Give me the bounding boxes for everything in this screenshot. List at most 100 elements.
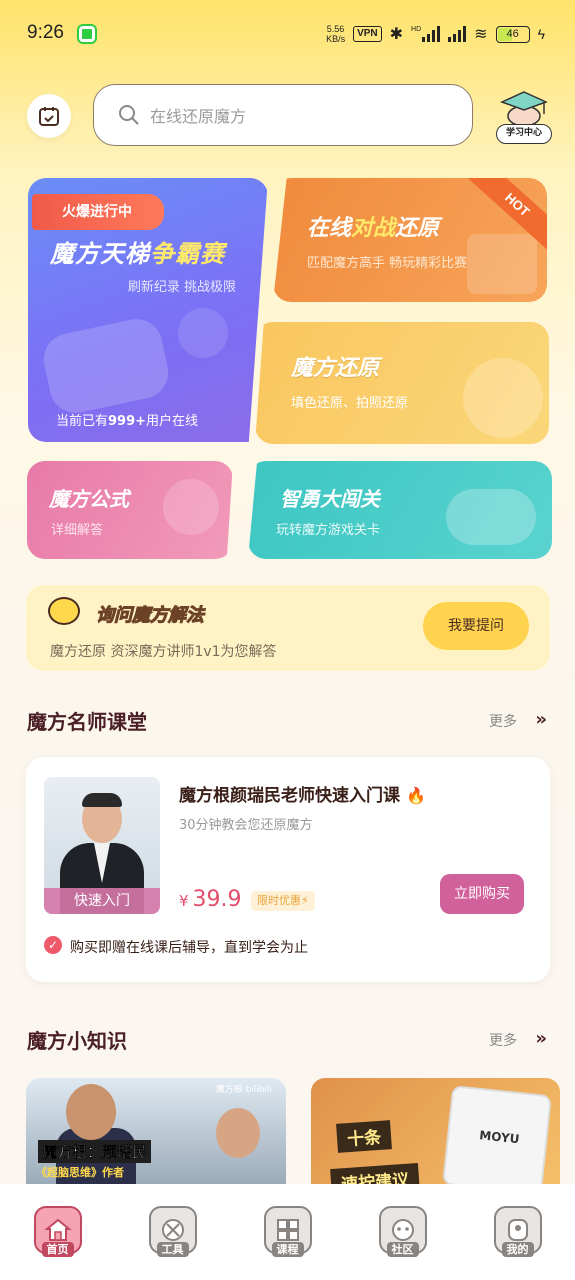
bluetooth-icon: ✱ [389,26,404,43]
video-speaker-sub: 《超脑思维》作者 [36,1166,124,1179]
vpn-icon: VPN [353,26,382,42]
nav-tools[interactable]: 工具 [115,1184,230,1280]
course-card[interactable]: 快速入门 魔方根颜瑞民老师快速入门课 🔥 30分钟教会您还原魔方 ¥39.9 限时… [26,757,550,982]
course-subtitle: 30分钟教会您还原魔方 [179,818,313,833]
battery-icon: 46 [495,25,530,43]
battle-title-prefix: 在线 [307,216,352,241]
buy-now-button[interactable]: 立即购买 [440,874,524,914]
hot-event-badge: 火爆进行中 [32,194,164,230]
calendar-button[interactable] [27,94,71,138]
nav-tools-label: 工具 [156,1242,189,1257]
notification-dot-icon [79,26,95,42]
course-title: 魔方根颜瑞民老师快速入门课 🔥 [179,781,426,806]
knowledge-tips-card[interactable]: MOYU 十条 速拧建议 [311,1078,560,1188]
hd-label: HD [411,26,422,33]
cube-decoration [467,234,537,294]
graduation-cap-icon [500,91,548,127]
study-center-label: 学习中心 [496,124,552,144]
nav-course[interactable]: 课程 [230,1184,345,1280]
nav-community[interactable]: 社区 [345,1184,460,1280]
search-placeholder: 在线还原魔方 [150,107,247,126]
speed-unit: KB/s [326,34,346,44]
person-head-2 [216,1108,260,1158]
nav-profile[interactable]: 我的 [460,1184,575,1280]
ask-title: 询问魔方解法 [96,605,205,627]
limited-offer-badge: 限时优惠⚡ [251,891,315,911]
cloud-star-icon [446,489,536,545]
status-bar: 9:26 5.56 KB/s VPN ✱ HD ≋ 46 ϟ [0,0,575,70]
battle-title: 在线对战还原 [307,210,439,242]
ask-subtitle: 魔方还原 资深魔方讲师1v1为您解答 [50,644,277,660]
rubiks-cube-image: MOYU [442,1085,552,1188]
online-prefix: 当前已有 [56,414,109,429]
video-logo: 魔方根 bilibili [215,1085,272,1095]
search-input[interactable]: 在线还原魔方 [93,84,473,146]
status-icons: 5.56 KB/s VPN ✱ HD ≋ 46 ϟ [326,24,545,44]
formula-subtitle: 详细解答 [51,523,104,538]
brave-title: 智勇大闯关 [280,487,380,511]
course-note: 购买即赠在线课后辅导，直到学会为止 [70,940,308,956]
chat-bubble-icon [48,597,80,625]
nav-community-label: 社区 [386,1242,419,1257]
online-suffix: 用户在线 [146,414,199,429]
chevron-right-icon[interactable]: » [535,1028,547,1049]
decoration-circle [178,308,228,358]
gamepad-icon [38,314,174,418]
wifi-icon: ≋ [474,26,488,43]
speed-value: 5.56 [326,24,345,34]
tips-tag-1: 十条 [336,1120,392,1153]
status-time: 9:26 [27,22,64,43]
cube-formula-card[interactable]: 魔方公式 详细解答 [27,461,233,559]
teacher-more-link[interactable]: 更多 [489,711,517,731]
battery-level: 46 [506,28,519,40]
nav-profile-label: 我的 [501,1242,534,1257]
calendar-icon [39,107,59,126]
video-speaker-name: 魔方根：颜瑞民 [38,1140,152,1163]
course-price: ¥39.9 [179,887,242,912]
battle-title-highlight: 对战 [351,216,396,241]
search-icon [119,105,139,125]
online-battle-card[interactable]: 在线对战还原 匹配魔方高手 畅玩精彩比赛 HOT [273,178,547,302]
course-title-text: 魔方根颜瑞民老师快速入门课 [179,786,400,806]
formula-title: 魔方公式 [49,487,129,511]
person-head [66,1084,116,1140]
chevron-right-icon[interactable]: » [535,709,547,730]
brave-challenge-card[interactable]: 智勇大闯关 玩转魔方游戏关卡 [248,461,552,559]
currency-symbol: ¥ [179,892,189,910]
fire-icon: 🔥 [406,786,426,805]
battle-title-suffix: 还原 [395,216,440,241]
teacher-section-title: 魔方名师课堂 [27,710,147,734]
ask-solution-banner[interactable]: 询问魔方解法 魔方还原 资深魔方讲师1v1为您解答 我要提问 [26,585,550,671]
bottom-navigation: 首页 工具 课程 社区 我的 [0,1184,575,1280]
palette-icon [463,358,543,438]
ladder-title: 魔方天梯争霸赛 [50,234,225,269]
knowledge-more-link[interactable]: 更多 [489,1030,517,1050]
signal-icon [448,26,467,42]
price-value: 39.9 [192,887,242,912]
restore-subtitle: 填色还原、拍照还原 [291,396,409,411]
study-center-button[interactable]: 学习中心 [496,88,552,144]
charging-icon: ϟ [537,26,545,42]
ladder-subtitle: 刷新纪录 挑战极限 [127,280,236,295]
nav-home-label: 首页 [41,1242,74,1257]
ladder-title-highlight: 争霸赛 [150,240,225,268]
nav-course-label: 课程 [271,1242,304,1257]
thumb-label: 快速入门 [44,888,160,914]
online-count-text: 当前已有999+用户在线 [56,410,198,429]
battle-subtitle: 匹配魔方高手 畅玩精彩比赛 [307,256,468,271]
cube-restore-card[interactable]: 魔方还原 填色还原、拍照还原 [255,322,549,444]
rocket-icon [163,479,219,535]
nav-home[interactable]: 首页 [0,1184,115,1280]
ladder-title-main: 魔方天梯 [50,240,150,268]
cube-logo: MOYU [478,1128,521,1147]
brave-subtitle: 玩转魔方游戏关卡 [276,523,381,538]
course-thumbnail: 快速入门 [44,777,160,914]
restore-title: 魔方还原 [291,356,380,381]
network-speed: 5.56 KB/s [326,24,345,44]
teacher-hair [82,793,122,807]
knowledge-video-card[interactable]: 魔方根 bilibili 魔方根：颜瑞民 《超脑思维》作者 [26,1078,286,1188]
signal-hd-icon: HD [411,26,441,42]
ladder-competition-card[interactable]: 火爆进行中 魔方天梯争霸赛 刷新纪录 挑战极限 当前已有999+用户在线 [28,178,268,442]
knowledge-section-title: 魔方小知识 [27,1029,127,1053]
ask-question-button[interactable]: 我要提问 [423,602,529,650]
